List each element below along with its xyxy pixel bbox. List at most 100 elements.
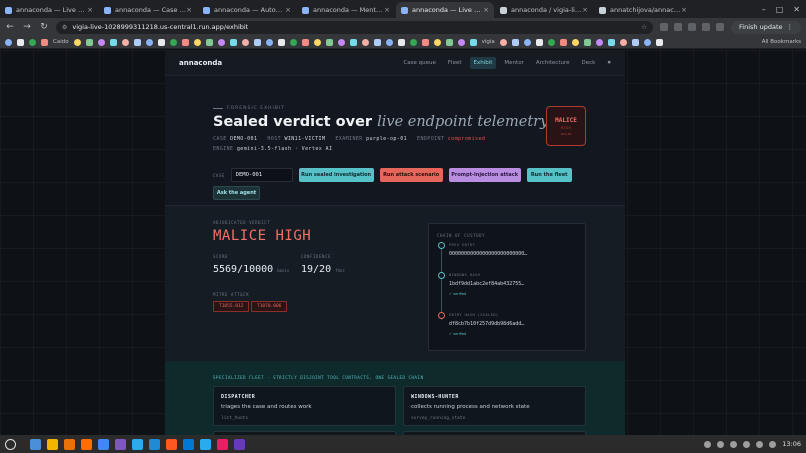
bookmark-favicon-icon[interactable] (535, 38, 543, 46)
finish-update-button[interactable]: Finish update ⋮ (731, 20, 801, 34)
bookmark-favicon-icon[interactable] (433, 38, 441, 46)
clock[interactable]: 13:06 (782, 440, 801, 448)
bookmark-favicon-icon[interactable] (145, 38, 153, 46)
bookmark-star-icon[interactable]: ☆ (641, 23, 647, 31)
bookmark-favicon-icon[interactable] (571, 38, 579, 46)
bookmark-vigia[interactable]: vigia (482, 39, 495, 45)
prompt-injection-attack-button[interactable]: Prompt-injection attack (448, 168, 521, 182)
address-bar[interactable]: ⚙ vigia-live-1028999311218.us-central1.r… (56, 20, 654, 34)
fleet-card-windows-hunter[interactable]: WINDOWS-HUNTER collects running process … (403, 386, 586, 426)
bookmark-favicon-icon[interactable] (361, 38, 369, 46)
bookmark-favicon-icon[interactable] (607, 38, 615, 46)
bookmark-favicon-icon[interactable] (547, 38, 555, 46)
bookmark-favicon-icon[interactable] (313, 38, 321, 46)
bookmark-favicon-icon[interactable] (559, 38, 567, 46)
bookmark-favicon-icon[interactable] (511, 38, 519, 46)
taskbar-app-icon[interactable] (200, 438, 211, 450)
extension-icon[interactable] (660, 23, 669, 31)
volume-icon[interactable] (756, 440, 764, 448)
browser-tab[interactable]: annaconda — Live Purple Te…× (396, 2, 494, 18)
back-icon[interactable]: ← (5, 22, 15, 32)
nav-link-mentor[interactable]: Mentor (500, 57, 527, 69)
tab-close-icon[interactable]: × (384, 6, 390, 14)
bookmark-favicon-icon[interactable] (193, 38, 201, 46)
forward-icon[interactable]: → (22, 22, 32, 32)
taskbar-app-icon[interactable] (149, 438, 160, 450)
taskbar-app-icon[interactable] (98, 438, 109, 450)
bookmark-favicon-icon[interactable] (385, 38, 393, 46)
bookmark-favicon-icon[interactable] (109, 38, 117, 46)
bookmark-favicon-icon[interactable] (5, 38, 12, 46)
bookmark-favicon-icon[interactable] (631, 38, 639, 46)
tab-close-icon[interactable]: × (87, 6, 93, 14)
browser-tab[interactable]: annatchijova/annaconda: Li…× (594, 2, 692, 18)
taskbar-app-icon[interactable] (132, 438, 143, 450)
fleet-card-dispatcher[interactable]: DISPATCHER triages the case and routes w… (213, 386, 396, 426)
close-icon[interactable]: ✕ (793, 5, 800, 14)
tray-icon[interactable] (704, 440, 712, 448)
site-info-icon[interactable]: ⚙ (62, 24, 67, 31)
bookmark-favicon-icon[interactable] (157, 38, 165, 46)
bookmark-favicon-icon[interactable] (409, 38, 417, 46)
bookmark-favicon-icon[interactable] (301, 38, 309, 46)
bookmark-favicon-icon[interactable] (445, 38, 453, 46)
bookmark-favicon-icon[interactable] (181, 38, 189, 46)
taskbar-app-icon[interactable] (47, 438, 58, 450)
site-logo[interactable]: annaconda (179, 59, 222, 67)
nav-link-fleet[interactable]: Fleet (444, 57, 466, 69)
run-sealed-investigation-button[interactable]: Run sealed investigation (298, 168, 374, 182)
ask-agent-button[interactable]: Ask the agent (213, 186, 260, 200)
taskbar-app-icon[interactable] (115, 438, 126, 450)
bookmark-favicon-icon[interactable] (229, 38, 237, 46)
tab-close-icon[interactable]: × (186, 6, 192, 14)
bookmark-favicon-icon[interactable] (643, 38, 651, 46)
extension-icon[interactable] (674, 23, 683, 31)
extension-icon[interactable] (688, 23, 697, 31)
bookmark-favicon-icon[interactable] (397, 38, 405, 46)
bookmark-favicon-icon[interactable] (17, 38, 24, 46)
extension-icon[interactable] (716, 23, 725, 31)
nav-link-case-queue[interactable]: Case queue (399, 57, 439, 69)
taskbar-app-icon[interactable] (166, 438, 177, 450)
bookmark-favicon-icon[interactable] (337, 38, 345, 46)
bookmark-favicon-icon[interactable] (325, 38, 333, 46)
bookmark-favicon-icon[interactable] (169, 38, 177, 46)
tab-close-icon[interactable]: × (483, 6, 489, 14)
maximize-icon[interactable]: □ (776, 5, 784, 14)
taskbar-app-icon[interactable] (183, 438, 194, 450)
bookmark-favicon-icon[interactable] (583, 38, 591, 46)
bookmark-favicon-icon[interactable] (41, 38, 48, 46)
bookmark-favicon-icon[interactable] (97, 38, 105, 46)
nav-link-architecture[interactable]: Architecture (532, 57, 574, 69)
run-attack-scenario-button[interactable]: Run attack scenario (379, 168, 443, 182)
bookmark-favicon-icon[interactable] (85, 38, 93, 46)
bookmark-favicon-icon[interactable] (289, 38, 297, 46)
browser-tab[interactable]: annaconda — Live Purple Te…× (0, 2, 98, 18)
taskbar-app-icon[interactable] (30, 438, 41, 450)
bookmark-caido[interactable]: Caido (53, 39, 69, 45)
tray-icon[interactable] (717, 440, 725, 448)
browser-tab[interactable]: annaconda / vigia-live — sp…× (495, 2, 593, 18)
bookmark-favicon-icon[interactable] (241, 38, 249, 46)
start-menu-icon[interactable] (5, 438, 16, 450)
tab-close-icon[interactable]: × (681, 6, 687, 14)
bookmark-favicon-icon[interactable] (265, 38, 273, 46)
mitre-chip[interactable]: T1055.012 (213, 301, 250, 312)
browser-tab[interactable]: annaconda — Mentor Conso…× (297, 2, 395, 18)
bookmark-favicon-icon[interactable] (469, 38, 477, 46)
reload-icon[interactable]: ↻ (39, 22, 49, 32)
bookmark-favicon-icon[interactable] (121, 38, 129, 46)
nav-link-exhibit[interactable]: Exhibit (469, 56, 497, 69)
taskbar-app-icon[interactable] (234, 438, 245, 450)
bookmark-favicon-icon[interactable] (373, 38, 381, 46)
run-fleet-button[interactable]: Run the fleet (526, 168, 572, 182)
browser-tab[interactable]: annaconda — Autonomous I…× (198, 2, 296, 18)
minimize-icon[interactable]: – (762, 5, 766, 14)
bookmark-favicon-icon[interactable] (421, 38, 429, 46)
bookmark-favicon-icon[interactable] (349, 38, 357, 46)
bookmark-favicon-icon[interactable] (277, 38, 285, 46)
bookmark-favicon-icon[interactable] (655, 38, 663, 46)
taskbar-app-icon[interactable] (64, 438, 75, 450)
bookmark-favicon-icon[interactable] (499, 38, 507, 46)
taskbar-app-icon[interactable] (217, 438, 228, 450)
